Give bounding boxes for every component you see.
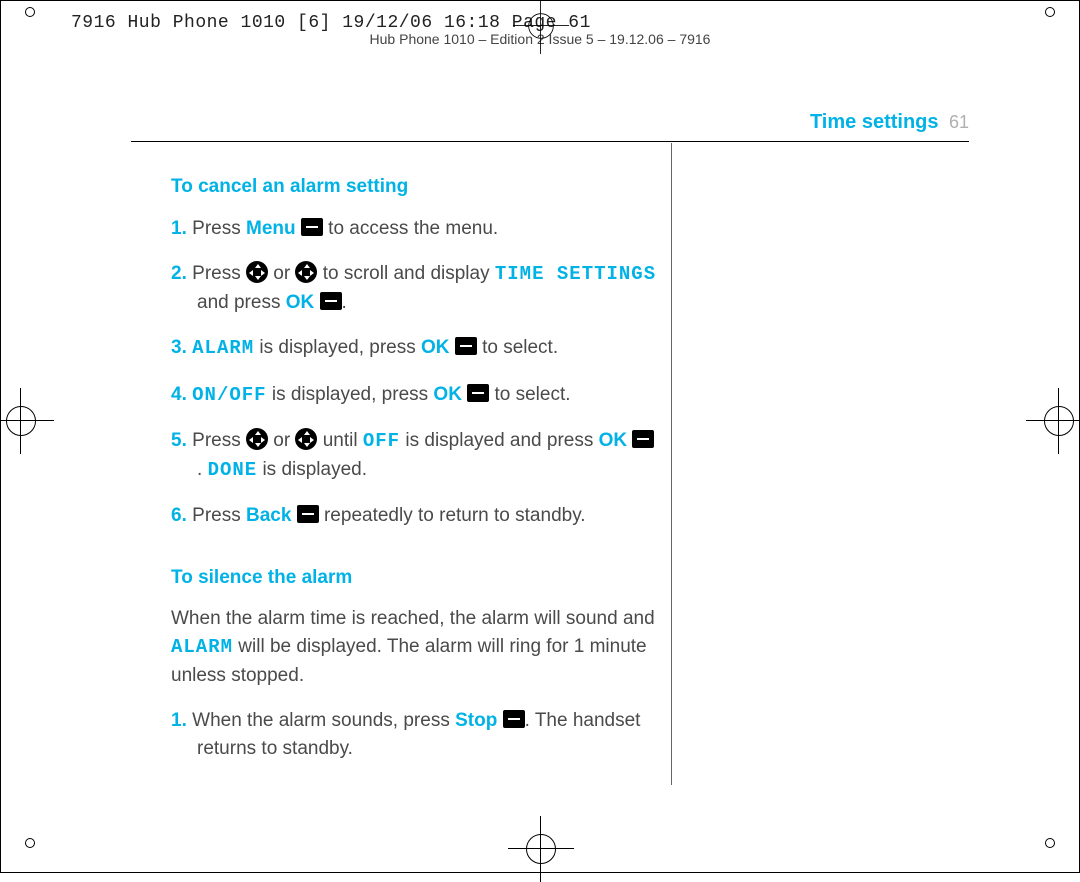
step-2: 2. Press or to scroll and display TIME S… xyxy=(171,260,659,316)
key-label-ok: OK xyxy=(433,384,462,405)
step-text: is displayed, press xyxy=(267,384,434,405)
step-text: repeatedly to return to standby. xyxy=(319,505,586,526)
lcd-text: TIME SETTINGS xyxy=(495,263,656,285)
step-text: and press xyxy=(197,292,286,313)
step-text: . xyxy=(197,459,208,480)
step-text: to select. xyxy=(477,337,558,358)
section-title: Time settings xyxy=(810,111,939,133)
step-number: 6. xyxy=(171,505,187,526)
step-text: or xyxy=(268,430,295,451)
page-number: 61 xyxy=(949,112,969,132)
crop-mark-right xyxy=(1044,406,1074,436)
step-number: 3. xyxy=(171,337,187,358)
corner-dot xyxy=(1045,838,1055,848)
paragraph-text: will be displayed. The alarm will ring f… xyxy=(171,636,647,686)
softkey-icon xyxy=(467,384,489,402)
step-1b: 1. When the alarm sounds, press Stop . T… xyxy=(171,707,659,762)
softkey-icon xyxy=(320,292,342,310)
header-rule xyxy=(131,141,969,142)
softkey-icon xyxy=(301,218,323,236)
lcd-text: DONE xyxy=(208,459,258,481)
step-1: 1. Press Menu to access the menu. xyxy=(171,215,659,243)
corner-dot xyxy=(1045,7,1055,17)
key-label-back: Back xyxy=(246,505,291,526)
step-text: to scroll and display xyxy=(317,263,494,284)
step-3: 3. ALARM is displayed, press OK to selec… xyxy=(171,334,659,363)
step-text: is displayed. xyxy=(257,459,367,480)
softkey-icon xyxy=(297,505,319,523)
step-number: 1. xyxy=(171,710,187,731)
key-label-ok: OK xyxy=(421,337,450,358)
step-number: 5. xyxy=(171,430,187,451)
page-content: To cancel an alarm setting 1. Press Menu… xyxy=(171,173,659,780)
step-4: 4. ON/OFF is displayed, press OK to sele… xyxy=(171,381,659,410)
paragraph-text: When the alarm time is reached, the alar… xyxy=(171,608,655,629)
nav-icon xyxy=(246,261,268,283)
step-text: until xyxy=(317,430,362,451)
crop-mark-top xyxy=(528,13,554,39)
softkey-icon xyxy=(632,430,654,448)
softkey-icon xyxy=(503,710,525,728)
nav-icon xyxy=(246,428,268,450)
crop-mark-left xyxy=(6,406,36,436)
crop-mark-bottom xyxy=(526,834,556,864)
key-label-stop: Stop xyxy=(455,710,497,731)
step-text: Press xyxy=(192,430,246,451)
section-header: Time settings 61 xyxy=(131,111,969,134)
step-text: Press xyxy=(192,263,246,284)
heading-silence-alarm: To silence the alarm xyxy=(171,564,659,592)
key-label-menu: Menu xyxy=(246,218,296,239)
step-text: is displayed, press xyxy=(254,337,421,358)
key-label-ok: OK xyxy=(286,292,315,313)
lcd-text: ON/OFF xyxy=(192,384,266,406)
step-text: is displayed and press xyxy=(400,430,599,451)
step-5: 5. Press or until OFF is displayed and p… xyxy=(171,427,659,484)
nav-icon xyxy=(295,261,317,283)
step-number: 1. xyxy=(171,218,187,239)
document-page: 7916 Hub Phone 1010 [6] 19/12/06 16:18 P… xyxy=(0,0,1080,873)
nav-icon xyxy=(295,428,317,450)
step-number: 4. xyxy=(171,384,187,405)
paragraph: When the alarm time is reached, the alar… xyxy=(171,605,659,689)
step-text: . xyxy=(342,292,347,313)
lcd-text: ALARM xyxy=(171,636,233,658)
softkey-icon xyxy=(455,337,477,355)
corner-dot xyxy=(25,7,35,17)
step-text: When the alarm sounds, press xyxy=(192,710,455,731)
lcd-text: OFF xyxy=(363,430,400,452)
step-text: to access the menu. xyxy=(323,218,498,239)
step-6: 6. Press Back repeatedly to return to st… xyxy=(171,502,659,530)
crop-header-line: 7916 Hub Phone 1010 [6] 19/12/06 16:18 P… xyxy=(71,13,591,33)
lcd-text: ALARM xyxy=(192,337,254,359)
margin-rule xyxy=(671,143,672,785)
step-text: to select. xyxy=(489,384,570,405)
corner-dot xyxy=(25,838,35,848)
heading-cancel-alarm: To cancel an alarm setting xyxy=(171,173,659,201)
step-number: 2. xyxy=(171,263,187,284)
step-text: or xyxy=(268,263,295,284)
key-label-ok: OK xyxy=(599,430,628,451)
step-text: Press xyxy=(192,505,246,526)
step-text: Press xyxy=(192,218,246,239)
